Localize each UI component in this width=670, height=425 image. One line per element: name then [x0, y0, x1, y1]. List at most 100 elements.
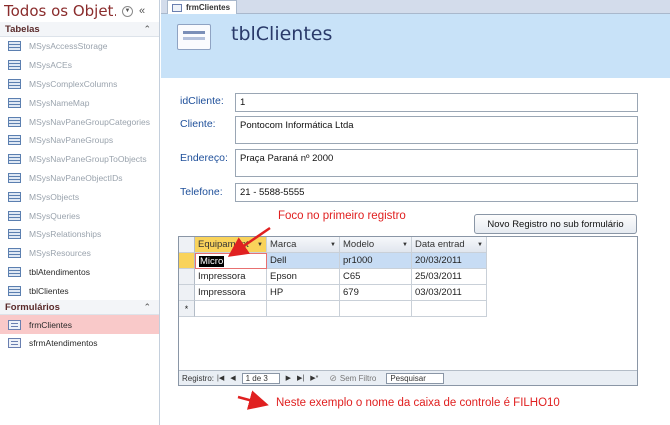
nav-item[interactable]: tblClientes: [0, 281, 159, 300]
cell-value: 679: [343, 287, 359, 298]
chevron-down-icon[interactable]: ▼: [330, 242, 336, 248]
filter-icon: ⊘: [329, 372, 337, 383]
table-cell[interactable]: [195, 301, 267, 317]
nav-item[interactable]: MSysNavPaneObjectIDs: [0, 169, 159, 188]
datasheet-header-row: Equipament ▼ Marca ▼ Modelo ▼ Data entrad ▼: [179, 237, 487, 253]
cell-value: Impressora: [198, 287, 246, 298]
select-all-cell[interactable]: [179, 237, 195, 253]
cliente-field[interactable]: Pontocom Informática Ltda: [235, 116, 638, 144]
nav-item[interactable]: MSysResources: [0, 244, 159, 263]
form-header: tblClientes: [161, 14, 670, 78]
nav-item-label: sfrmAtendimentos: [29, 338, 98, 349]
table-icon: [8, 191, 21, 202]
nav-item[interactable]: MSysQueries: [0, 206, 159, 225]
table-cell[interactable]: 20/03/2011: [412, 253, 487, 269]
record-selector[interactable]: [179, 269, 195, 285]
prev-record-icon[interactable]: ◀: [230, 374, 235, 382]
column-header[interactable]: Data entrad ▼: [412, 237, 487, 253]
document-tab-bar: frmClientes: [161, 0, 670, 14]
nav-item[interactable]: tblAtendimentos: [0, 263, 159, 282]
chevron-down-icon[interactable]: ▼: [257, 242, 263, 248]
record-selector[interactable]: [179, 253, 195, 269]
last-record-icon[interactable]: ▶|: [297, 374, 304, 382]
filter-toggle[interactable]: ⊘ Sem Filtro: [329, 373, 376, 384]
column-header[interactable]: Modelo ▼: [340, 237, 412, 253]
chevron-up-icon[interactable]: ⌃: [143, 24, 151, 35]
column-header[interactable]: Equipament ▼: [195, 237, 267, 253]
record-position-field[interactable]: 1 de 3: [241, 372, 280, 384]
nav-item[interactable]: MSysNavPaneGroupToObjects: [0, 150, 159, 169]
nav-item-label: MSysAccessStorage: [29, 41, 108, 52]
nav-pane-menu-icon[interactable]: ▼: [122, 5, 133, 17]
nav-item[interactable]: MSysObjects: [0, 187, 159, 206]
table-row[interactable]: Micro Dell pr1000 20/03/2011: [179, 253, 487, 269]
table-cell[interactable]: 25/03/2011: [412, 269, 487, 285]
record-selector[interactable]: [179, 285, 195, 301]
table-icon: [8, 41, 21, 52]
nav-item[interactable]: MSysNavPaneGroupCategories: [0, 112, 159, 131]
nav-pane-collapse-icon[interactable]: «: [139, 5, 145, 17]
nav-item-label: MSysNameMap: [29, 97, 90, 108]
new-record-row[interactable]: *: [179, 301, 487, 317]
navigation-pane: Todos os Objet... ▼ « Tabelas ⌃ MSysAccess…: [0, 0, 160, 425]
nav-item[interactable]: sfrmAtendimentos: [0, 334, 159, 353]
table-cell[interactable]: Epson: [267, 269, 340, 285]
search-input[interactable]: Pesquisar: [386, 372, 445, 384]
table-cell[interactable]: [267, 301, 340, 317]
nav-item[interactable]: MSysNavPaneGroups: [0, 131, 159, 150]
column-header[interactable]: Marca ▼: [267, 237, 340, 253]
chevron-up-icon[interactable]: ⌃: [143, 302, 151, 313]
nav-item-label: MSysNavPaneGroupToObjects: [29, 154, 147, 165]
table-cell[interactable]: C65: [340, 269, 412, 285]
table-cell[interactable]: Impressora: [195, 269, 267, 285]
nav-group-label: Formulários: [5, 301, 60, 313]
telefone-field[interactable]: 21 - 5588-5555: [235, 183, 638, 202]
cell-value: 03/03/2011: [415, 287, 462, 298]
form-icon: [172, 3, 182, 12]
nav-pane-header: Todos os Objet... ▼ «: [0, 0, 159, 22]
table-icon: [8, 210, 21, 221]
table-cell[interactable]: [412, 301, 487, 317]
cell-value: 25/03/2011: [415, 271, 462, 282]
table-icon: [8, 135, 21, 146]
form-header-icon: [177, 24, 211, 50]
nav-groups: Tabelas ⌃ MSysAccessStorage MSysACEs MSysCom…: [0, 22, 159, 353]
nav-item[interactable]: MSysRelationships: [0, 225, 159, 244]
first-record-icon[interactable]: |◀: [217, 374, 224, 382]
table-icon: [8, 97, 21, 108]
form-icon: [8, 319, 21, 330]
table-icon: [8, 60, 21, 71]
nav-item[interactable]: MSysComplexColumns: [0, 75, 159, 94]
table-cell[interactable]: Dell: [267, 253, 340, 269]
idcliente-field[interactable]: 1: [235, 93, 638, 112]
nav-group-header[interactable]: Formulários ⌃: [0, 300, 159, 316]
endereco-field[interactable]: Praça Paraná nº 2000: [235, 149, 638, 177]
table-cell[interactable]: Micro: [195, 253, 267, 269]
nav-item-label: MSysRelationships: [29, 229, 102, 240]
nav-pane-title[interactable]: Todos os Objet...: [4, 2, 116, 20]
cell-value: Epson: [270, 271, 297, 282]
table-cell[interactable]: [340, 301, 412, 317]
idcliente-label: idCliente:: [180, 95, 224, 107]
table-cell[interactable]: 679: [340, 285, 412, 301]
annotation-focus: Foco no primeiro registro: [278, 210, 406, 222]
chevron-down-icon[interactable]: ▼: [402, 242, 408, 248]
table-row[interactable]: Impressora HP 679 03/03/2011: [179, 285, 487, 301]
new-record-button[interactable]: Novo Registro no sub formulário: [474, 214, 637, 234]
nav-item[interactable]: MSysACEs: [0, 56, 159, 75]
next-record-icon[interactable]: ▶: [286, 374, 291, 382]
nav-item-label: MSysNavPaneGroups: [29, 135, 114, 146]
table-cell[interactable]: pr1000: [340, 253, 412, 269]
table-cell[interactable]: 03/03/2011: [412, 285, 487, 301]
cell-value: 20/03/2011: [415, 255, 462, 266]
nav-group-header[interactable]: Tabelas ⌃: [0, 22, 159, 37]
chevron-down-icon[interactable]: ▼: [477, 242, 483, 248]
new-record-icon[interactable]: ▶*: [310, 374, 318, 382]
nav-item[interactable]: MSysNameMap: [0, 93, 159, 112]
table-cell[interactable]: Impressora: [195, 285, 267, 301]
table-row[interactable]: Impressora Epson C65 25/03/2011: [179, 269, 487, 285]
tab-frmclientes[interactable]: frmClientes: [167, 0, 238, 14]
nav-item[interactable]: frmClientes: [0, 315, 159, 334]
table-cell[interactable]: HP: [267, 285, 340, 301]
nav-item[interactable]: MSysAccessStorage: [0, 37, 159, 56]
